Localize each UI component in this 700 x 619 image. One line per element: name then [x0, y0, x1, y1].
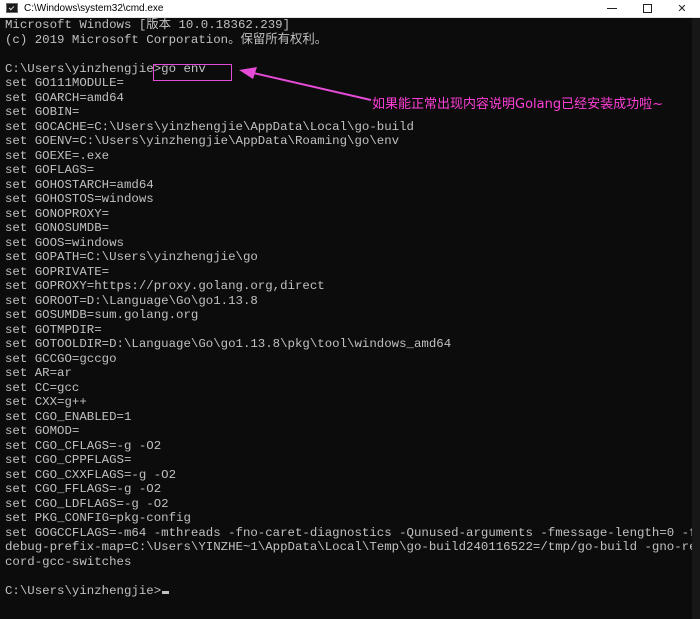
console-line: set GOTOOLDIR=D:\Language\Go\go1.13.8\pk… [5, 337, 452, 351]
console-line: set GOPRIVATE= [5, 264, 110, 279]
annotation-text: 如果能正常出现内容说明Golang已经安装成功啦~ [372, 97, 663, 112]
console-line: set CGO_CXXFLAGS=-g -O2 [5, 467, 177, 482]
console-line: set GCCGO=gccgo [5, 351, 117, 366]
console-line: set CGO_LDFLAGS=-g -O2 [5, 496, 169, 511]
minimize-button[interactable] [597, 0, 627, 17]
vertical-scrollbar[interactable] [692, 18, 700, 619]
console-line: Microsoft Windows [版本 10.0.18362.239] [5, 18, 291, 32]
console-prompt-line: C:\Users\yinzhengjie> [5, 584, 695, 599]
console-line: set CGO_CFLAGS=-g -O2 [5, 438, 162, 453]
console-line: set CXX=g++ [5, 395, 87, 409]
console-line: set GONOPROXY= [5, 206, 110, 221]
console-line: set GOGCCFLAGS=-m64 -mthreads -fno-caret… [5, 525, 697, 540]
console-line: set GONOSUMDB= [5, 221, 110, 235]
console-line: set GOROOT=D:\Language\Go\go1.13.8 [5, 293, 258, 308]
text-cursor [162, 590, 170, 594]
console-line: set CGO_ENABLED=1 [5, 409, 132, 424]
console-line: set PKG_CONFIG=pkg-config [5, 511, 191, 525]
console-line: set GOSUMDB=sum.golang.org [5, 308, 199, 322]
console-prompt: C:\Users\yinzhengjie> [5, 583, 162, 598]
minimize-icon [607, 8, 617, 9]
console-line: set GOCACHE=C:\Users\yinzhengjie\AppData… [5, 119, 414, 134]
console-line: set CGO_CPPFLAGS= [5, 453, 132, 467]
close-button[interactable]: ✕ [667, 0, 697, 17]
console-line: set CGO_FFLAGS=-g -O2 [5, 482, 162, 496]
cmd-window: C:\Windows\system32\cmd.exe ✕ Microsoft … [0, 0, 700, 619]
console-line: set GOFLAGS= [5, 163, 95, 177]
console-line: debug-prefix-map=C:\Users\YINZHE~1\AppDa… [5, 540, 697, 554]
title-bar[interactable]: C:\Windows\system32\cmd.exe ✕ [0, 0, 700, 18]
command-highlight-box [153, 64, 232, 81]
console-line: (c) 2019 Microsoft Corporation。保留所有权利。 [5, 32, 328, 47]
cmd-icon [6, 3, 18, 13]
console-line: set GOHOSTOS=windows [5, 192, 154, 206]
maximize-button[interactable] [632, 0, 662, 17]
maximize-icon [642, 4, 652, 13]
annotation-arrow-icon [239, 67, 372, 101]
console-line: set CC=gcc [5, 380, 80, 395]
console-line: set GOHOSTARCH=amd64 [5, 177, 154, 192]
console-line: set GOENV=C:\Users\yinzhengjie\AppData\R… [5, 134, 400, 148]
console-line: set GOTMPDIR= [5, 322, 102, 337]
console-line: set AR=ar [5, 366, 72, 380]
console-line: set GOEXE=.exe [5, 148, 110, 163]
console-line: set GOPROXY=https://proxy.golang.org,dir… [5, 279, 325, 293]
console-line: set GOPATH=C:\Users\yinzhengjie\go [5, 250, 258, 264]
window-title: C:\Windows\system32\cmd.exe [24, 3, 164, 14]
console-line: cord-gcc-switches [5, 554, 132, 569]
console-line: set GOMOD= [5, 424, 80, 438]
console-line: set GOOS=windows [5, 235, 124, 250]
close-icon: ✕ [677, 2, 687, 15]
